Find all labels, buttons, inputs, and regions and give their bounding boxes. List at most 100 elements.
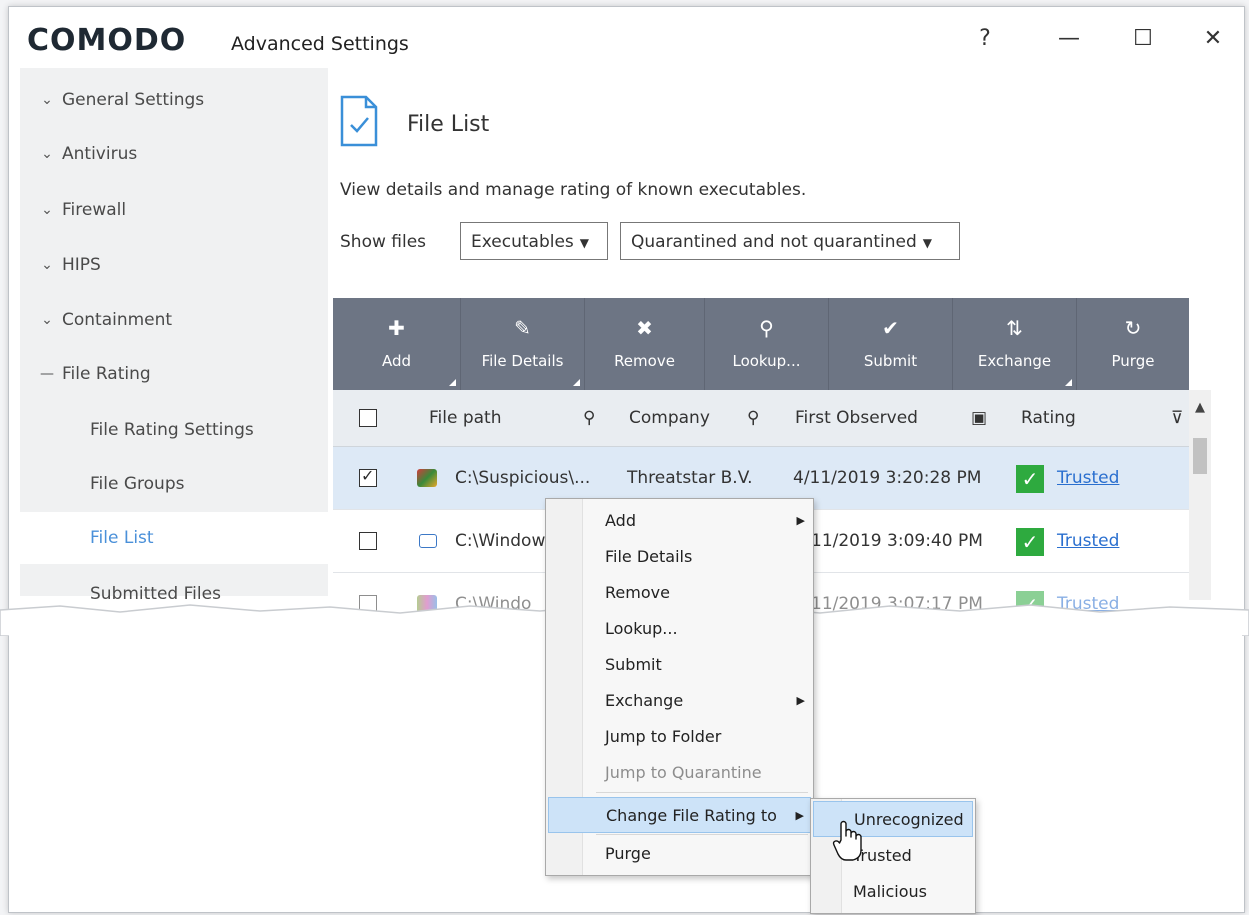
column-company[interactable]: Company: [629, 390, 710, 446]
submit-button[interactable]: ✔ Submit: [829, 298, 953, 390]
show-files-label: Show files: [340, 232, 427, 252]
row-checkbox[interactable]: [359, 532, 377, 550]
chevron-down-icon: ⌄: [41, 92, 53, 108]
dropdown-corner-icon: [449, 379, 456, 386]
scroll-up-arrow-icon[interactable]: ▲: [1189, 390, 1211, 426]
menu-item-label: Remove: [605, 583, 670, 602]
file-type-dropdown[interactable]: Executables ▼: [460, 222, 608, 260]
table-scrollbar[interactable]: ▲: [1189, 390, 1211, 600]
plus-icon: ✚: [388, 316, 405, 340]
dropdown-arrow-icon: ▼: [579, 236, 590, 250]
sidebar-item-label: Containment: [62, 310, 173, 330]
page-title: File List: [407, 112, 490, 137]
menu-item-label: Unrecognized: [854, 810, 964, 829]
menu-item-label: Purge: [605, 844, 651, 863]
magnifier-icon: ⚲: [759, 316, 774, 340]
menu-item-label: Jump to Quarantine: [605, 763, 762, 782]
quarantine-filter-value: Quarantined and not quarantined: [631, 232, 917, 252]
lookup-button[interactable]: ⚲ Lookup...: [705, 298, 829, 390]
table-header: File path ⚲ Company ⚲ First Observed ▣ R…: [333, 390, 1189, 447]
menu-item-label: Malicious: [853, 882, 928, 901]
calendar-icon[interactable]: ▣: [971, 390, 987, 446]
sidebar-item-file-groups[interactable]: File Groups: [20, 458, 328, 510]
collapse-dash-icon: —: [40, 366, 54, 382]
column-file-path[interactable]: File path: [429, 390, 502, 446]
menu-item-label: Change File Rating to: [606, 806, 777, 825]
sidebar-item-file-rating[interactable]: — File Rating: [20, 348, 328, 400]
exchange-button[interactable]: ⇅ Exchange: [953, 298, 1077, 390]
menu-item-file-details[interactable]: File Details: [548, 539, 811, 575]
quarantine-filter-dropdown[interactable]: Quarantined and not quarantined ▼: [620, 222, 960, 260]
row-checkbox[interactable]: ✓: [359, 466, 377, 487]
submenu-arrow-icon: ▶: [795, 809, 804, 822]
first-observed-cell: 4/11/2019 3:20:28 PM: [793, 468, 982, 488]
dropdown-corner-icon: [1065, 379, 1072, 386]
chevron-down-icon: ⌄: [41, 146, 53, 162]
first-observed-cell: 11/2019 3:09:40 PM: [811, 531, 983, 551]
menu-item-jump-to-folder[interactable]: Jump to Folder: [548, 719, 811, 755]
remove-button[interactable]: ✖ Remove: [585, 298, 705, 390]
rating-link[interactable]: Trusted: [1057, 510, 1119, 572]
rating-link[interactable]: Trusted: [1057, 447, 1119, 509]
window-title: Advanced Settings: [231, 33, 409, 55]
chevron-down-icon: ⌄: [41, 312, 53, 328]
sidebar-item-firewall[interactable]: ⌄ Firewall: [20, 184, 328, 236]
filter-icon[interactable]: ⊽: [1171, 390, 1183, 446]
suspicious-app-icon: [417, 469, 437, 487]
window-app-icon: [419, 534, 437, 548]
sidebar-item-containment[interactable]: ⌄ Containment: [20, 294, 328, 346]
add-button[interactable]: ✚ Add: [333, 298, 461, 390]
sidebar-item-general-settings[interactable]: ⌄ General Settings: [20, 74, 328, 126]
sidebar-item-file-list[interactable]: File List: [20, 512, 328, 564]
sidebar-item-label: Firewall: [62, 200, 127, 220]
sidebar-item-label: File Groups: [90, 474, 185, 494]
sidebar-item-label: File Rating: [62, 364, 151, 384]
check-icon: ✔: [882, 316, 899, 340]
menu-item-submit[interactable]: Submit: [548, 647, 811, 683]
trusted-check-icon: ✓: [1016, 465, 1044, 493]
submit-label: Submit: [863, 352, 918, 370]
search-icon[interactable]: ⚲: [747, 390, 759, 446]
page-description: View details and manage rating of known …: [340, 180, 807, 200]
dropdown-corner-icon: [573, 379, 580, 386]
maximize-button[interactable]: ☐: [1113, 17, 1173, 61]
exchange-label: Exchange: [977, 352, 1052, 370]
menu-item-label: Jump to Folder: [605, 727, 722, 746]
menu-item-label: Lookup...: [605, 619, 678, 638]
submenu-arrow-icon: ▶: [796, 694, 805, 707]
search-icon[interactable]: ⚲: [583, 390, 595, 446]
menu-item-exchange[interactable]: Exchange ▶: [548, 683, 811, 719]
file-list-page-icon: [340, 95, 378, 147]
trusted-check-icon: ✓: [1016, 528, 1044, 556]
x-icon: ✖: [636, 316, 653, 340]
help-button[interactable]: ?: [955, 17, 1015, 61]
column-first-observed[interactable]: First Observed: [795, 390, 918, 446]
submenu-item-malicious[interactable]: Malicious: [813, 874, 973, 910]
sidebar-item-file-rating-settings[interactable]: File Rating Settings: [20, 404, 328, 456]
close-button[interactable]: ✕: [1183, 17, 1243, 61]
menu-item-lookup[interactable]: Lookup...: [548, 611, 811, 647]
submenu-arrow-icon: ▶: [796, 514, 805, 527]
scroll-thumb[interactable]: [1193, 438, 1207, 474]
sidebar-item-label: General Settings: [62, 90, 205, 110]
dropdown-arrow-icon: ▼: [922, 236, 933, 250]
menu-item-purge[interactable]: Purge: [548, 836, 811, 872]
menu-item-remove[interactable]: Remove: [548, 575, 811, 611]
sidebar-item-hips[interactable]: ⌄ HIPS: [20, 239, 328, 291]
sidebar-item-label: File List: [90, 528, 154, 548]
menu-item-change-file-rating[interactable]: Change File Rating to ▶: [548, 797, 811, 833]
menu-separator: [596, 792, 808, 793]
menu-item-label: Exchange: [605, 691, 684, 710]
menu-item-add[interactable]: Add ▶: [548, 503, 811, 539]
select-all-checkbox[interactable]: [359, 409, 377, 427]
refresh-icon: ↻: [1124, 316, 1142, 340]
purge-button[interactable]: ↻ Purge: [1077, 298, 1189, 390]
hand-cursor-icon: [832, 820, 862, 861]
sidebar-item-antivirus[interactable]: ⌄ Antivirus: [20, 128, 328, 180]
column-rating[interactable]: Rating: [1021, 390, 1076, 446]
menu-item-jump-to-quarantine: Jump to Quarantine: [548, 755, 811, 791]
file-details-button[interactable]: ✎ File Details: [461, 298, 585, 390]
minimize-button[interactable]: —: [1039, 17, 1099, 61]
toolbar: ✚ Add ✎ File Details ✖ Remove ⚲ Lookup..…: [333, 298, 1189, 390]
file-details-label: File Details: [481, 352, 564, 370]
